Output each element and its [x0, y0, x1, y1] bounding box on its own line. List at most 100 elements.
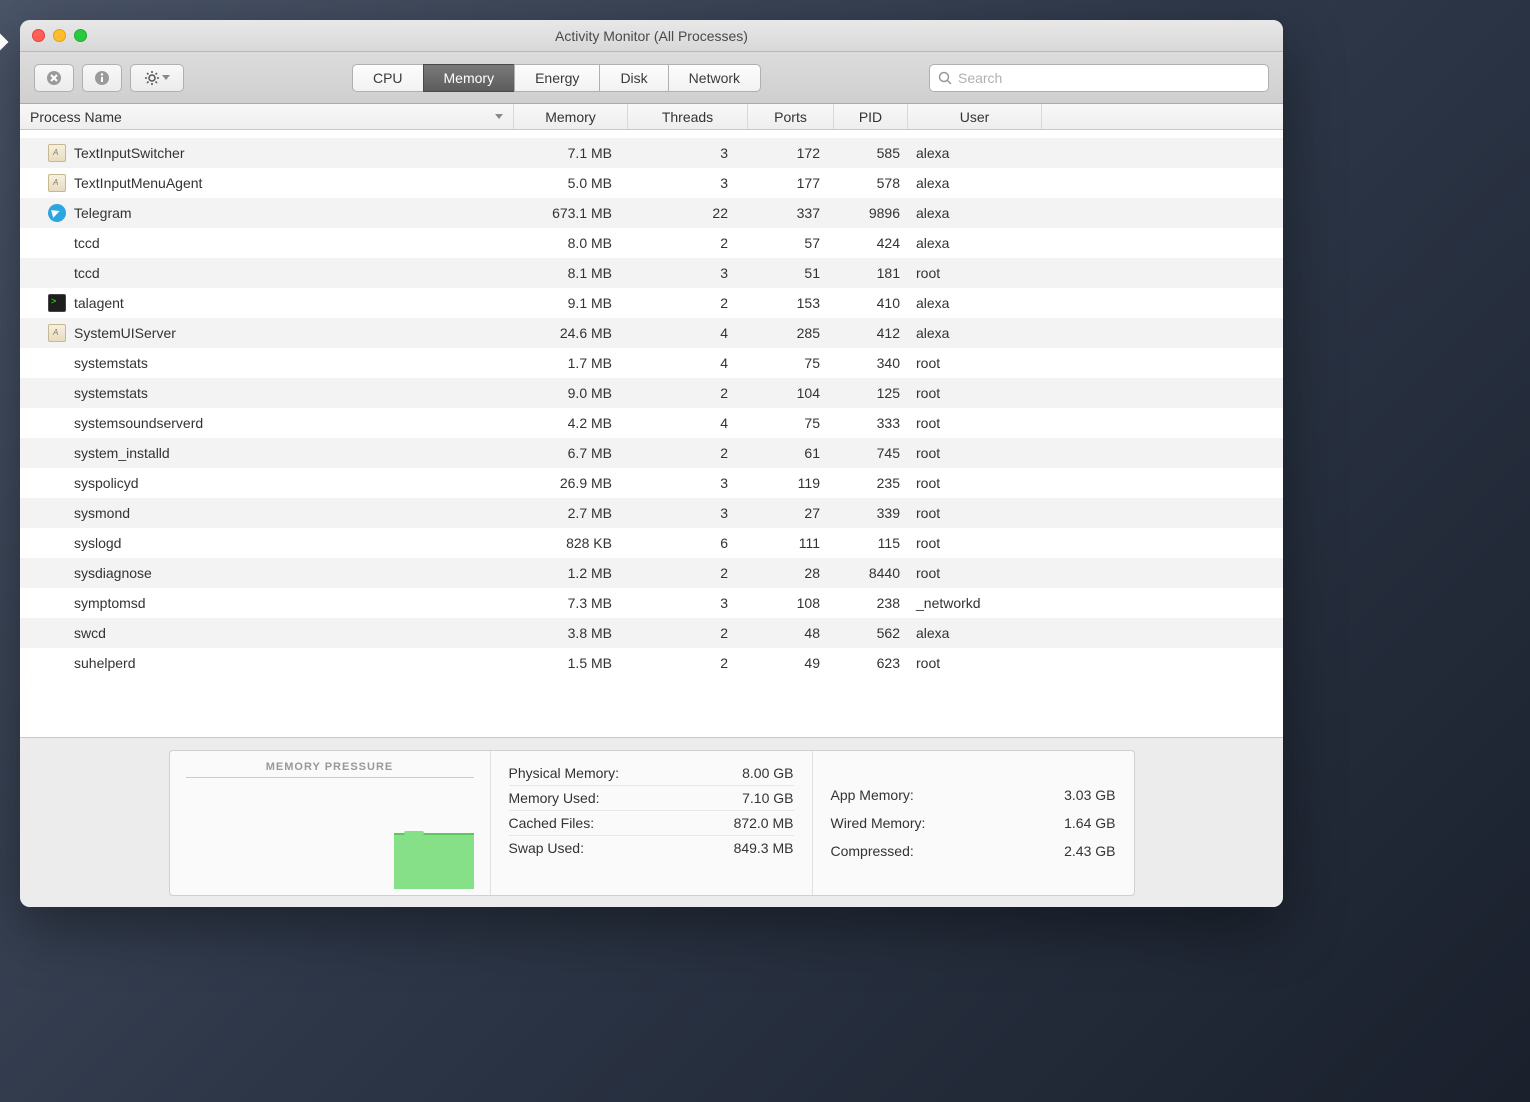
- process-name: sysdiagnose: [74, 565, 514, 581]
- tab-energy[interactable]: Energy: [514, 64, 600, 92]
- minimize-button[interactable]: [53, 29, 66, 42]
- stat-row: Swap Used:849.3 MB: [509, 836, 794, 860]
- process-name: tccd: [74, 265, 514, 281]
- process-threads: 3: [628, 505, 748, 521]
- process-pid: 310: [834, 130, 908, 131]
- table-row[interactable]: systemstats1.7 MB475340root: [20, 348, 1283, 378]
- process-pid: 412: [834, 325, 908, 341]
- info-button[interactable]: [82, 64, 122, 92]
- stop-process-button[interactable]: [34, 64, 74, 92]
- table-row[interactable]: sysmond2.7 MB327339root: [20, 498, 1283, 528]
- table-row[interactable]: systemsoundserverd4.2 MB475333root: [20, 408, 1283, 438]
- process-ports: 111: [748, 535, 834, 551]
- process-memory: 2.7 MB: [514, 505, 628, 521]
- table-row[interactable]: swcd3.8 MB248562alexa: [20, 618, 1283, 648]
- process-name: swcd: [74, 625, 514, 641]
- process-pid: 578: [834, 175, 908, 191]
- process-threads: 3: [628, 265, 748, 281]
- tab-disk[interactable]: Disk: [599, 64, 668, 92]
- process-user: alexa: [908, 325, 1042, 341]
- titlebar[interactable]: Activity Monitor (All Processes): [20, 20, 1283, 52]
- header-pid[interactable]: PID: [834, 104, 908, 129]
- stat-value: 1.64 GB: [1064, 815, 1115, 831]
- table-row[interactable]: talagent9.1 MB2153410alexa: [20, 288, 1283, 318]
- process-memory: 8.0 MB: [514, 235, 628, 251]
- stop-icon: [46, 70, 62, 86]
- close-button[interactable]: [32, 29, 45, 42]
- process-ports: 57: [748, 235, 834, 251]
- table-row[interactable]: SystemUIServer24.6 MB4285412alexa: [20, 318, 1283, 348]
- process-memory: 26.9 MB: [514, 475, 628, 491]
- process-pid: 623: [834, 655, 908, 671]
- process-table[interactable]: thermald676 KB231310rootTextInputSwitche…: [20, 130, 1283, 737]
- memory-pressure-panel: MEMORY PRESSURE: [170, 751, 490, 895]
- header-ports[interactable]: Ports: [748, 104, 834, 129]
- process-pid: 410: [834, 295, 908, 311]
- table-row[interactable]: tccd8.1 MB351181root: [20, 258, 1283, 288]
- header-threads[interactable]: Threads: [628, 104, 748, 129]
- stat-row: Wired Memory: 1.64 GB: [831, 809, 1116, 837]
- stats-right: App Memory:3.03 GBWired Memory:1.64 GBCo…: [812, 751, 1134, 895]
- table-row[interactable]: system_installd6.7 MB261745root: [20, 438, 1283, 468]
- table-row[interactable]: TextInputSwitcher7.1 MB3172585alexa: [20, 138, 1283, 168]
- process-ports: 75: [748, 415, 834, 431]
- header-process-name[interactable]: Process Name: [20, 104, 514, 129]
- settings-menu-button[interactable]: [130, 64, 184, 92]
- stat-value: 8.00 GB: [742, 765, 793, 781]
- table-row[interactable]: systemstats9.0 MB2104125root: [20, 378, 1283, 408]
- process-ports: 108: [748, 595, 834, 611]
- stat-row: Cached Files:872.0 MB: [509, 811, 794, 836]
- stat-label: Memory Used:: [509, 790, 600, 806]
- terminal-icon: [48, 294, 66, 312]
- process-name: thermald: [74, 130, 514, 131]
- stats-panel: Physical Memory:8.00 GBMemory Used:7.10 …: [490, 751, 1134, 895]
- window-title: Activity Monitor (All Processes): [20, 28, 1283, 44]
- process-icon-cell: [20, 294, 74, 312]
- process-name: talagent: [74, 295, 514, 311]
- process-threads: 3: [628, 595, 748, 611]
- table-row[interactable]: syspolicyd26.9 MB3119235root: [20, 468, 1283, 498]
- activity-monitor-window: Activity Monitor (All Processes) CPU Mem…: [20, 20, 1283, 907]
- table-row[interactable]: thermald676 KB231310root: [20, 130, 1283, 138]
- tab-memory[interactable]: Memory: [423, 64, 516, 92]
- process-user: root: [908, 355, 1042, 371]
- process-name: sysmond: [74, 505, 514, 521]
- tab-network[interactable]: Network: [668, 64, 761, 92]
- process-pid: 745: [834, 445, 908, 461]
- stat-label: Wired Memory:: [831, 815, 926, 831]
- process-ports: 28: [748, 565, 834, 581]
- tab-cpu[interactable]: CPU: [352, 64, 424, 92]
- process-pid: 562: [834, 625, 908, 641]
- process-memory: 5.0 MB: [514, 175, 628, 191]
- stat-row: Memory Used:7.10 GB: [509, 786, 794, 811]
- search-input[interactable]: [958, 70, 1260, 86]
- process-ports: 48: [748, 625, 834, 641]
- process-memory: 1.5 MB: [514, 655, 628, 671]
- process-user: alexa: [908, 235, 1042, 251]
- process-threads: 3: [628, 475, 748, 491]
- process-icon-cell: [20, 324, 74, 342]
- zoom-button[interactable]: [74, 29, 87, 42]
- search-box[interactable]: [929, 64, 1269, 92]
- process-threads: 6: [628, 535, 748, 551]
- header-user[interactable]: User: [908, 104, 1042, 129]
- table-row[interactable]: symptomsd7.3 MB3108238_networkd: [20, 588, 1283, 618]
- process-threads: 3: [628, 175, 748, 191]
- memory-pressure-chart: [186, 778, 474, 889]
- table-row[interactable]: Telegram673.1 MB223379896alexa: [20, 198, 1283, 228]
- telegram-icon: [48, 204, 66, 222]
- search-icon: [938, 71, 952, 85]
- table-row[interactable]: TextInputMenuAgent5.0 MB3177578alexa: [20, 168, 1283, 198]
- process-pid: 115: [834, 535, 908, 551]
- table-row[interactable]: sysdiagnose1.2 MB2288440root: [20, 558, 1283, 588]
- table-row[interactable]: syslogd828 KB6111115root: [20, 528, 1283, 558]
- table-row[interactable]: tccd8.0 MB257424alexa: [20, 228, 1283, 258]
- process-name: tccd: [74, 235, 514, 251]
- process-pid: 125: [834, 385, 908, 401]
- app-icon: [48, 144, 66, 162]
- stat-row: Physical Memory:8.00 GB: [509, 761, 794, 786]
- process-user: root: [908, 265, 1042, 281]
- header-memory[interactable]: Memory: [514, 104, 628, 129]
- table-row[interactable]: suhelperd1.5 MB249623root: [20, 648, 1283, 678]
- process-name: SystemUIServer: [74, 325, 514, 341]
